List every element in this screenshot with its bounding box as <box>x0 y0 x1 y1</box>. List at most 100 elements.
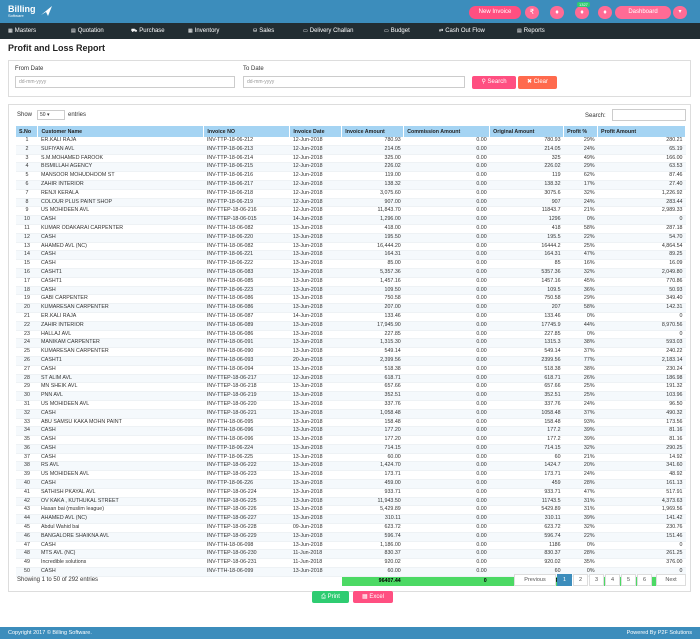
table-header-row: S.No Customer Name Invoice NO Invoice Da… <box>16 126 686 137</box>
col-invoice-no[interactable]: Invoice NO <box>203 126 291 137</box>
cell-customer-name: MANSOOR MOHUDHOOM ST <box>37 171 204 181</box>
nav-budget[interactable]: ▭ Budget <box>384 23 410 39</box>
cell-invoice-amount: 227.85 <box>341 330 404 340</box>
clear-button[interactable]: ✖ Clear <box>518 76 557 89</box>
bell-icon[interactable]: ♦ <box>550 6 564 19</box>
previous-page-button[interactable]: Previous <box>514 574 556 586</box>
table-search-input[interactable] <box>612 109 686 121</box>
cell-sno: 27 <box>16 365 38 375</box>
search-button[interactable]: ⚲ Search <box>472 76 516 89</box>
cell-commission-amount: 0.00 <box>403 137 490 146</box>
page-1-button[interactable]: 1 <box>557 574 572 586</box>
new-invoice-button[interactable]: New Invoice <box>469 6 521 19</box>
table-row: 20 KUMARESAN CARPENTER INV-TTH-18-06-086 13… <box>16 303 686 313</box>
nav-masters[interactable]: ▦ Masters <box>8 23 36 39</box>
cell-profit-percent: 31% <box>563 505 598 516</box>
cell-sno: 2 <box>16 145 38 155</box>
cell-original-amount: 207 <box>489 303 564 313</box>
print-button[interactable]: ⎙ Print <box>312 591 349 603</box>
col-invoice-date[interactable]: Invoice Date <box>289 126 343 137</box>
table-row: 38 RS AVL INV-TTEP-18-06-222 13-Jun-2018 1,4… <box>16 461 686 472</box>
cell-profit-amount: 261.25 <box>597 549 686 560</box>
cell-sno: 45 <box>16 523 38 533</box>
page-2-button[interactable]: 2 <box>573 574 588 586</box>
table-row: 10 CASH INV-TTEP-18-06-015 14-Jun-2018 1,296… <box>16 215 686 225</box>
cell-profit-percent: 29% <box>563 162 598 173</box>
notification-badge: 1327 <box>577 2 590 7</box>
cell-profit-amount: 103.96 <box>597 391 686 401</box>
cell-invoice-no: INV-TTP-18-06-213 <box>203 145 290 155</box>
cell-invoice-no: INV-TTH-18-06-096 <box>203 426 290 437</box>
col-sno[interactable]: S.No <box>16 126 39 137</box>
cell-invoice-date: 13-Jun-2018 <box>289 426 342 437</box>
col-original-amount[interactable]: Original Amount <box>489 126 565 137</box>
cell-sno: 5 <box>16 171 38 181</box>
col-profit-percent[interactable]: Profit % <box>563 126 599 137</box>
from-date-input[interactable]: dd-mm-yyyy <box>15 76 235 88</box>
cell-profit-amount: 2,989.33 <box>597 206 686 217</box>
cell-sno: 16 <box>16 268 38 278</box>
cell-invoice-amount: 109.50 <box>341 286 404 296</box>
col-commission-amount[interactable]: Commission Amount <box>403 126 491 137</box>
table-row: 17 CASHT1 INV-TTH-18-06-085 13-Jun-2018 1,45… <box>16 277 686 287</box>
cell-profit-percent: 24% <box>563 470 598 481</box>
cell-invoice-amount: 418.00 <box>341 224 404 234</box>
pagination-info: Showing 1 to 50 of 292 entries <box>17 577 99 583</box>
to-date-input[interactable]: dd-mm-yyyy <box>243 76 465 88</box>
cell-invoice-no: INV-TTP-18-06-225 <box>203 453 290 463</box>
cell-commission-amount: 0.00 <box>403 558 490 569</box>
col-profit-amount[interactable]: Profit Amount <box>597 126 686 137</box>
cell-sno: 23 <box>16 330 38 340</box>
app-logo[interactable]: Billing Software <box>8 4 36 18</box>
alert-bell-icon[interactable]: ♦ <box>598 6 612 19</box>
cell-original-amount: 1457.16 <box>489 277 564 287</box>
page-size-select[interactable]: 50 ▾ <box>37 110 65 120</box>
cell-customer-name: CASHT1 <box>37 268 204 278</box>
cell-invoice-amount: 138.32 <box>341 180 404 190</box>
cell-customer-name: Incredible solutions <box>37 558 204 569</box>
nav-quotation[interactable]: ▤ Quotation <box>71 23 104 39</box>
next-page-button[interactable]: Next <box>656 574 686 586</box>
cell-profit-percent: 29% <box>563 137 598 146</box>
nav-cash-out-flow[interactable]: ⇄ Cash Out Flow <box>439 23 485 39</box>
cell-customer-name: CASH <box>37 541 204 551</box>
cell-original-amount: 780.93 <box>489 137 564 146</box>
page-5-button[interactable]: 5 <box>621 574 636 586</box>
cell-invoice-amount: 310.11 <box>341 514 404 525</box>
page-4-button[interactable]: 4 <box>605 574 620 586</box>
table-row: 44 AHAMED AVL (NC) INV-TTEP-18-06-227 13-Ju… <box>16 514 686 525</box>
cell-invoice-date: 13-Jun-2018 <box>289 391 342 401</box>
page-3-button[interactable]: 3 <box>589 574 604 586</box>
cell-profit-percent: 16% <box>563 259 598 269</box>
nav-purchase[interactable]: ⛟ Purchase <box>131 23 165 39</box>
cell-customer-name: CASHT1 <box>37 277 204 287</box>
nav-reports[interactable]: ▤ Reports <box>517 23 545 39</box>
nav-inventory[interactable]: ▦ Inventory <box>188 23 219 39</box>
notification-bell-icon[interactable]: ♦ <box>575 6 589 19</box>
dashboard-button[interactable]: Dashboard <box>615 6 671 19</box>
sales-icon: ⛁ <box>253 28 258 34</box>
col-customer-name[interactable]: Customer Name <box>37 126 205 137</box>
nav-delivery-challan[interactable]: ▭ Delivery Challan <box>303 23 353 39</box>
cell-profit-percent: 58% <box>563 224 598 234</box>
table-row: 29 MN SHEIK AVL INV-TTEP-18-06-218 13-Jun-2… <box>16 382 686 393</box>
cell-customer-name: KUMARESAN CARPENTER <box>37 303 204 313</box>
cell-profit-amount: 151.46 <box>597 532 686 542</box>
cell-sno: 40 <box>16 479 38 489</box>
from-date-label: From Date <box>15 66 44 72</box>
cell-invoice-no: INV-TTEP-18-06-223 <box>203 470 290 481</box>
col-invoice-amount[interactable]: Invoice Amount <box>341 126 405 137</box>
cell-invoice-date: 13-Jun-2018 <box>289 233 342 243</box>
excel-button[interactable]: ▦ Excel <box>353 591 393 603</box>
table-row: 45 Abdul Wahid bai INV-TTEP-18-06-228 09-Ju… <box>16 523 686 533</box>
cell-profit-amount: 173.56 <box>597 418 686 428</box>
user-dropdown-icon[interactable]: ▾ <box>673 6 687 19</box>
page-6-button[interactable]: 6 <box>637 574 652 586</box>
cell-profit-amount: 280.21 <box>597 137 686 146</box>
nav-sales[interactable]: ⛁ Sales <box>253 23 274 39</box>
cell-profit-percent: 32% <box>563 523 598 533</box>
cell-sno: 42 <box>16 497 38 507</box>
currency-icon[interactable]: ₹ <box>525 6 539 19</box>
close-icon: ✖ <box>526 79 534 85</box>
table-row: 2 SUFIYAN AVL INV-TTP-18-06-213 12-Jun-2018… <box>16 145 686 155</box>
